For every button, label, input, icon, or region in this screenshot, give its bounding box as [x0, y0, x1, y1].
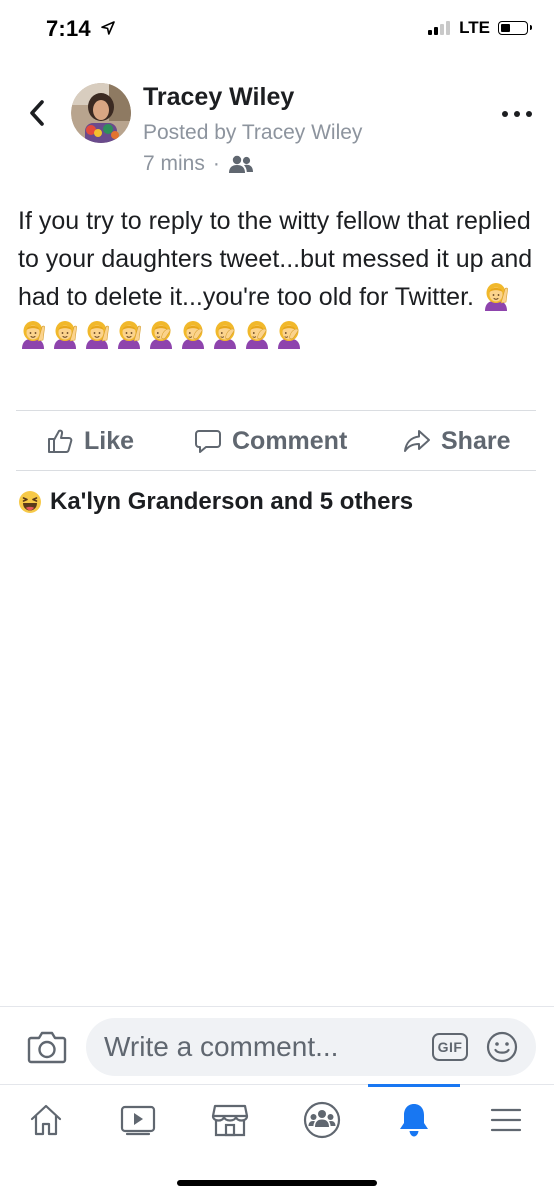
raising-hand-emoji-icon	[86, 321, 109, 349]
video-icon	[120, 1105, 156, 1136]
reactions-text: Ka'lyn Granderson and 5 others	[50, 488, 414, 515]
raising-hand-emoji-icon	[22, 321, 45, 349]
tab-marketplace[interactable]	[184, 1085, 276, 1155]
smiley-icon	[486, 1031, 518, 1063]
status-time: 7:14	[46, 16, 115, 42]
divider-top	[16, 410, 536, 411]
posted-by-text: Posted by Tracey Wiley	[143, 121, 363, 144]
post-time[interactable]: 7 mins	[143, 152, 205, 176]
dot	[526, 111, 532, 117]
post-actions: Like Comment Share	[0, 412, 554, 470]
dot	[514, 111, 520, 117]
tab-notifications[interactable]	[368, 1084, 460, 1155]
status-indicators: LTE	[428, 18, 532, 38]
chevron-left-icon	[30, 100, 44, 126]
tab-menu[interactable]	[460, 1085, 552, 1155]
like-button[interactable]: Like	[46, 412, 134, 470]
comment-button[interactable]: Comment	[194, 412, 347, 470]
facepalm-emoji-icon	[214, 321, 236, 349]
status-bar: 7:14 LTE	[0, 0, 554, 60]
facepalm-emoji-icon	[278, 321, 300, 349]
menu-icon	[490, 1108, 522, 1132]
thumbs-up-icon	[48, 429, 73, 453]
camera-icon	[27, 1031, 67, 1064]
facepalm-emoji-icon	[150, 321, 172, 349]
tab-home[interactable]	[0, 1085, 92, 1155]
bell-icon	[400, 1104, 428, 1137]
reactions-summary[interactable]: Ka'lyn Granderson and 5 others	[18, 488, 413, 516]
status-time-text: 7:14	[46, 16, 91, 41]
shop-icon	[211, 1104, 249, 1137]
battery-icon	[498, 21, 532, 35]
post-text: If you try to reply to the witty fellow …	[18, 207, 533, 311]
raising-hand-emoji-icon	[54, 321, 77, 349]
tab-bar	[0, 1084, 554, 1155]
network-type: LTE	[459, 18, 490, 37]
gif-button[interactable]: GIF	[432, 1033, 468, 1061]
friends-icon	[228, 155, 253, 173]
groups-icon	[303, 1101, 341, 1139]
facepalm-emoji-icon	[246, 321, 268, 349]
dot	[502, 111, 508, 117]
avatar-photo	[71, 83, 131, 143]
author-name[interactable]: Tracey Wiley	[143, 83, 294, 112]
back-button[interactable]	[22, 96, 52, 130]
comment-label: Comment	[232, 426, 348, 455]
comment-placeholder: Write a comment...	[104, 1031, 339, 1062]
signal-icon	[428, 21, 451, 35]
author-avatar[interactable]	[71, 83, 131, 143]
raising-hand-emoji-icon	[118, 321, 141, 349]
meta-separator: ·	[212, 152, 220, 175]
post-body: If you try to reply to the witty fellow …	[18, 202, 538, 354]
share-arrow-icon	[404, 430, 430, 452]
raising-hand-emoji-icon	[484, 283, 508, 311]
comment-input[interactable]: Write a comment... GIF	[86, 1018, 536, 1076]
emoji-button[interactable]	[486, 1031, 518, 1063]
location-arrow-icon	[101, 21, 115, 35]
share-button[interactable]: Share	[403, 412, 510, 470]
like-label: Like	[84, 426, 135, 455]
post-header: Tracey Wiley Posted by Tracey Wiley 7 mi…	[0, 78, 554, 188]
divider-bottom	[16, 470, 536, 471]
home-indicator[interactable]	[177, 1180, 377, 1186]
facepalm-emoji-icon	[182, 321, 204, 349]
tab-watch[interactable]	[92, 1085, 184, 1155]
comment-bar: Write a comment... GIF	[0, 1006, 554, 1087]
home-icon	[30, 1104, 62, 1136]
more-options-button[interactable]	[502, 104, 532, 124]
share-label: Share	[441, 426, 511, 455]
comment-icon	[195, 430, 221, 453]
camera-button[interactable]	[27, 1029, 67, 1065]
tab-groups[interactable]	[276, 1085, 368, 1155]
post-meta: 7 mins ·	[143, 152, 254, 176]
haha-reaction-icon	[19, 491, 41, 513]
